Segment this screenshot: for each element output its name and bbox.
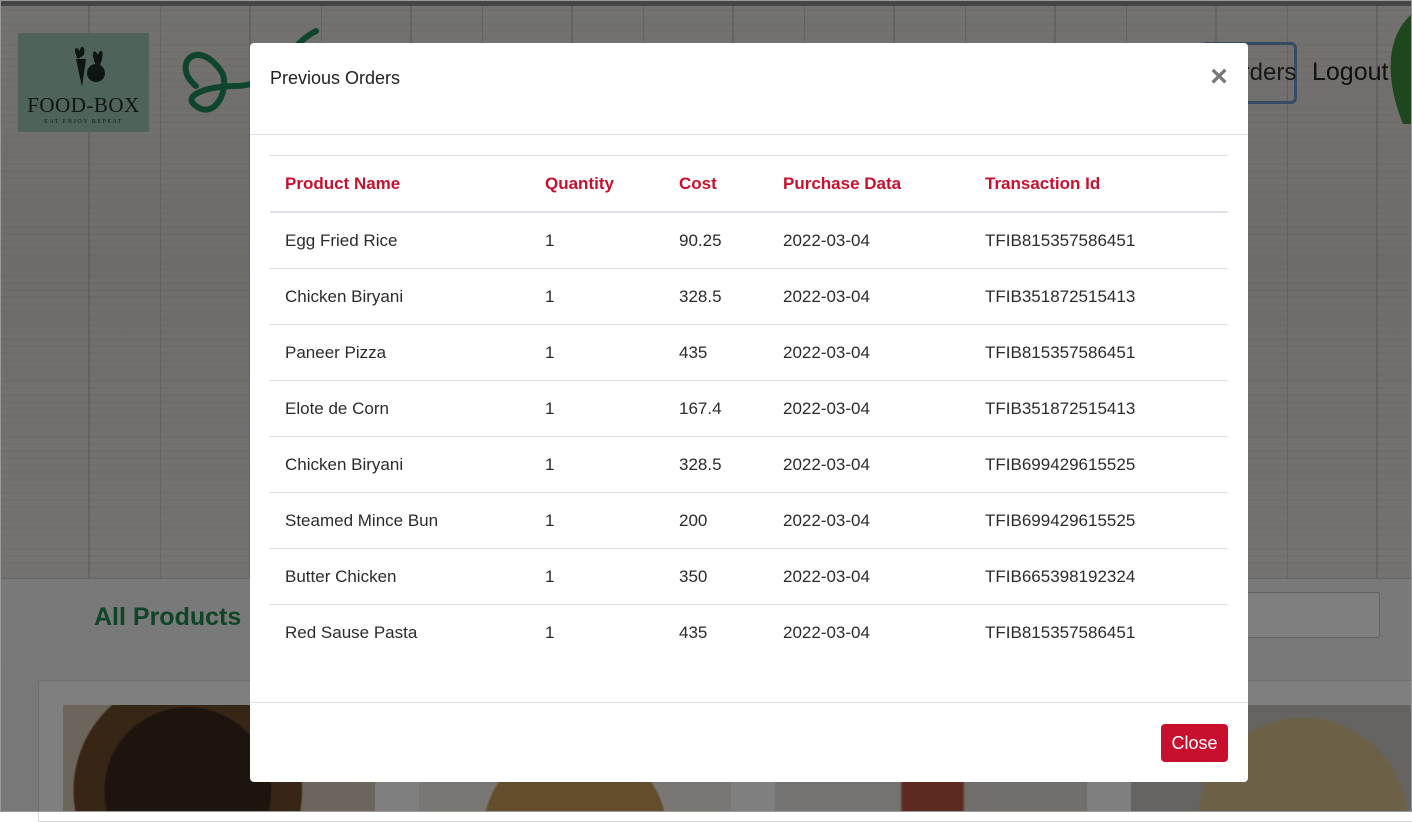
quantity-cell: 1 xyxy=(530,436,664,493)
purchase-date-cell: 2022-03-04 xyxy=(768,436,970,493)
transaction-id-cell: TFIB699429615525 xyxy=(970,492,1228,549)
table-header-row: Product Name Quantity Cost Purchase Data… xyxy=(270,155,1228,213)
previous-orders-modal: Previous Orders × Product Name Quantity … xyxy=(250,43,1248,782)
column-header-quantity: Quantity xyxy=(530,155,664,213)
column-header-purchase-data: Purchase Data xyxy=(768,155,970,213)
transaction-id-cell: TFIB351872515413 xyxy=(970,268,1228,325)
table-row: Butter Chicken 1 350 2022-03-04 TFIB66539819… xyxy=(270,548,1228,605)
column-header-cost: Cost xyxy=(664,155,768,213)
purchase-date-cell: 2022-03-04 xyxy=(768,380,970,437)
purchase-date-cell: 2022-03-04 xyxy=(768,324,970,381)
close-icon[interactable]: × xyxy=(1208,62,1230,92)
table-row: Egg Fried Rice 1 90.25 2022-03-04 TFIB815357… xyxy=(270,212,1228,269)
transaction-id-cell: TFIB815357586451 xyxy=(970,212,1228,269)
cost-cell: 328.5 xyxy=(664,268,768,325)
product-name-cell: Butter Chicken xyxy=(270,548,530,605)
table-row: Paneer Pizza 1 435 2022-03-04 TFIB8153575864… xyxy=(270,324,1228,381)
close-button[interactable]: Close xyxy=(1161,724,1228,762)
quantity-cell: 1 xyxy=(530,380,664,437)
product-name-cell: Steamed Mince Bun xyxy=(270,492,530,549)
modal-footer: Close xyxy=(250,702,1248,783)
transaction-id-cell: TFIB699429615525 xyxy=(970,436,1228,493)
product-name-cell: Red Sause Pasta xyxy=(285,622,418,642)
product-name-cell: Elote de Corn xyxy=(270,380,530,437)
cost-cell: 350 xyxy=(664,548,768,605)
modal-title: Previous Orders xyxy=(270,68,401,88)
product-name-cell: Egg Fried Rice xyxy=(270,212,530,269)
cost-cell: 328.5 xyxy=(664,436,768,493)
modal-header: Previous Orders × xyxy=(250,43,1248,135)
transaction-id-cell: TFIB815357586451 xyxy=(970,324,1228,381)
quantity-cell: 1 xyxy=(530,548,664,605)
quantity-cell: 1 xyxy=(530,324,664,381)
orders-table: Product Name Quantity Cost Purchase Data… xyxy=(270,155,1228,660)
cost-cell: 167.4 xyxy=(664,380,768,437)
quantity-cell: 1 xyxy=(530,212,664,269)
purchase-date-cell: 2022-03-04 xyxy=(783,622,870,642)
column-header-product-name: Product Name xyxy=(270,155,530,213)
quantity-cell: 1 xyxy=(545,622,555,642)
transaction-id-cell: TFIB815357586451 xyxy=(985,622,1136,642)
purchase-date-cell: 2022-03-04 xyxy=(768,548,970,605)
product-name-cell: Chicken Biryani xyxy=(270,436,530,493)
product-name-cell: Paneer Pizza xyxy=(270,324,530,381)
table-row: Red Sause Pasta 1 435 2022-03-04 TFIB8153575… xyxy=(270,605,1228,661)
modal-body: Product Name Quantity Cost Purchase Data… xyxy=(270,155,1228,660)
transaction-id-cell: TFIB351872515413 xyxy=(970,380,1228,437)
purchase-date-cell: 2022-03-04 xyxy=(768,492,970,549)
table-row: Elote de Corn 1 167.4 2022-03-04 TFIB3518725… xyxy=(270,380,1228,437)
table-row: Steamed Mince Bun 1 200 2022-03-04 TFIB69942… xyxy=(270,492,1228,549)
product-name-cell: Chicken Biryani xyxy=(270,268,530,325)
column-header-transaction-id: Transaction Id xyxy=(970,155,1228,213)
table-row: Chicken Biryani 1 328.5 2022-03-04 TFIB35187… xyxy=(270,268,1228,325)
quantity-cell: 1 xyxy=(530,492,664,549)
cost-cell: 435 xyxy=(664,324,768,381)
transaction-id-cell: TFIB665398192324 xyxy=(970,548,1228,605)
table-row: Chicken Biryani 1 328.5 2022-03-04 TFIB69942… xyxy=(270,436,1228,493)
cost-cell: 90.25 xyxy=(664,212,768,269)
purchase-date-cell: 2022-03-04 xyxy=(768,268,970,325)
quantity-cell: 1 xyxy=(530,268,664,325)
cost-cell: 435 xyxy=(679,622,708,642)
purchase-date-cell: 2022-03-04 xyxy=(768,212,970,269)
cost-cell: 200 xyxy=(664,492,768,549)
